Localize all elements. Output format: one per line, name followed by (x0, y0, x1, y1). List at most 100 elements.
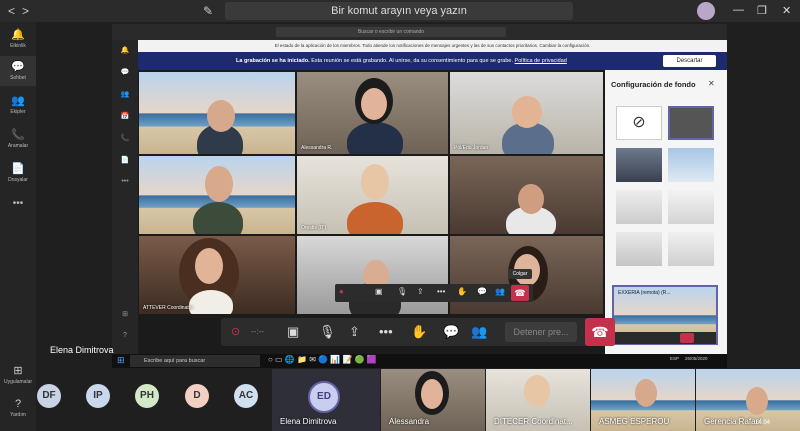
participant-video-tile[interactable]: Alessandra (381, 369, 485, 431)
rail-item-calls[interactable]: 📞 Aramalar (0, 128, 36, 152)
privacy-link[interactable]: Política de privacidad (515, 58, 567, 64)
participant-avatar[interactable]: IP (86, 384, 110, 408)
maximize-button[interactable]: ❐ (757, 4, 767, 17)
taskbar-clock: 14:04 (755, 420, 771, 426)
camera-off-icon[interactable]: ▣ (287, 324, 299, 340)
raise-hand-icon[interactable]: ✋ (457, 287, 467, 296)
self-avatar: ED (308, 381, 340, 413)
presenter-name: Elena Dimitrova (50, 345, 114, 355)
tile-name: Alessandra R. (301, 145, 333, 151)
preview-hangup-icon[interactable] (680, 333, 694, 343)
stop-presenting-button[interactable]: Detener pre... (505, 322, 577, 342)
taskview-icon[interactable]: ○ ▭ 🌐 📁 ✉ 🔵 📊 📝 🟢 🟪 (268, 355, 377, 364)
participant-avatar[interactable]: AC (234, 384, 258, 408)
hangup-icon: ☎ (514, 288, 526, 298)
video-tile[interactable]: ATTEVER Coordinator (138, 235, 296, 315)
recording-banner: La grabación se ha iniciado. Esta reunió… (138, 52, 727, 70)
participant-video-tile[interactable]: DITECER Coordinat... (486, 369, 590, 431)
participants-icon[interactable]: 👥 (495, 287, 505, 296)
camera-icon[interactable]: ▣ (375, 287, 383, 296)
share-screen-icon[interactable]: ⇪ (349, 324, 360, 340)
apps-icon: ⊞ (13, 365, 23, 377)
background-option[interactable] (616, 190, 662, 224)
rail-label: Dosyalar (8, 177, 28, 183)
remote-teams-icon[interactable]: 👥 (112, 90, 138, 98)
remote-chat-icon[interactable]: 💬 (112, 68, 138, 76)
remote-phone-icon[interactable]: 📞 (112, 134, 138, 142)
more-options-icon[interactable]: ••• (379, 324, 393, 339)
chat-icon[interactable]: 💬 (477, 287, 487, 296)
video-tile[interactable] (449, 155, 604, 235)
participant-video-tile[interactable]: Gerencia Rafael (696, 369, 800, 431)
self-video-tile[interactable]: ED Elena Dimitrova (272, 369, 380, 431)
chat-icon[interactable]: 💬 (443, 324, 459, 340)
rail-item-apps[interactable]: ⊞ Uygulamalar (0, 364, 36, 386)
recording-desc: Esta reunión se está grabando. Al unirse… (311, 58, 514, 64)
inner-hangup-button[interactable]: ☎ (511, 285, 529, 301)
remote-search-box[interactable]: Buscar o escribir un comando (276, 27, 506, 37)
participant-name: Gerencia Rafael (704, 417, 762, 426)
participant-name: ASMEG ESPEROU (599, 417, 670, 426)
command-search-box[interactable]: Bir komut arayın veya yazın (225, 2, 573, 20)
discard-button[interactable]: Descartar (663, 55, 716, 67)
remote-apps-icon[interactable]: ⊞ (112, 310, 138, 318)
participants-icon[interactable]: 👥 (471, 324, 487, 340)
rail-label: Sohbet (10, 75, 26, 81)
taskbar-search[interactable]: Escribe aquí para buscar (130, 355, 260, 367)
participant-avatar[interactable]: DF (37, 384, 61, 408)
more-icon[interactable]: ••• (437, 287, 445, 296)
remote-file-icon[interactable]: 📄 (112, 156, 138, 164)
none-icon: ⊘ (632, 114, 646, 131)
participant-video-tile[interactable]: ASMEG ESPEROU (591, 369, 695, 431)
share-icon[interactable]: ⇪ (417, 287, 424, 296)
video-tile[interactable] (296, 235, 449, 315)
close-icon[interactable]: ✕ (708, 79, 715, 88)
remote-calendar-icon[interactable]: 📅 (112, 112, 138, 120)
video-tile[interactable]: Alessandra R. (296, 71, 449, 155)
rail-label: Ekipler (10, 109, 26, 115)
rail-item-activity[interactable]: 🔔 Etkinlik (0, 28, 36, 52)
tile-name: Pol/Edu Jordan (454, 145, 489, 151)
no-background-option[interactable]: ⊘ (616, 106, 662, 140)
mic-off-icon[interactable]: 🎙 (319, 324, 336, 340)
video-tile[interactable] (138, 155, 296, 235)
profile-avatar[interactable] (697, 2, 715, 20)
participant-avatar[interactable]: D (185, 384, 209, 408)
raise-hand-icon[interactable]: ✋ (411, 324, 427, 340)
rail-item-more[interactable]: ••• (0, 198, 36, 212)
remote-help-icon[interactable]: ? (112, 332, 138, 339)
background-option[interactable] (616, 148, 662, 182)
video-tile[interactable]: Orestis (IT) (296, 155, 449, 235)
hangup-button[interactable]: ☎ (585, 318, 615, 346)
inner-call-toolbar: ● ▣ 🎙 ⇪ ••• ✋ 💬 👥 (335, 284, 533, 302)
background-option[interactable] (668, 190, 714, 224)
minimize-button[interactable]: — (733, 4, 744, 16)
rail-item-chat[interactable]: 💬 Sohbet (0, 56, 36, 86)
call-timer: --:-- (251, 327, 264, 336)
background-option[interactable] (616, 232, 662, 266)
windows-start-icon[interactable]: ⊞ (117, 355, 125, 366)
participant-avatar[interactable]: PH (135, 384, 159, 408)
hangup-icon: ☎ (591, 324, 609, 340)
teams-icon: 👥 (11, 95, 25, 107)
compose-icon[interactable]: ✎ (203, 4, 213, 18)
background-option[interactable] (668, 232, 714, 266)
close-button[interactable]: ✕ (782, 4, 791, 17)
forward-button[interactable]: > (22, 4, 29, 18)
remote-bell-icon[interactable]: 🔔 (112, 46, 138, 54)
video-tile[interactable]: Pol/Edu Jordan (449, 71, 604, 155)
tray-date: 26/05/2020 (685, 356, 708, 361)
remote-more-icon[interactable]: ••• (112, 178, 138, 185)
rail-item-teams[interactable]: 👥 Ekipler (0, 94, 36, 118)
blur-background-option[interactable] (668, 106, 714, 140)
video-tile[interactable] (138, 71, 296, 155)
background-option[interactable] (668, 148, 714, 182)
panel-title: Configuración de fondo (611, 80, 696, 89)
mic-icon[interactable]: 🎙 (397, 287, 407, 296)
back-button[interactable]: < (8, 4, 15, 18)
rail-item-help[interactable]: ? Yardım (0, 398, 36, 420)
self-name: Elena Dimitrova (280, 417, 337, 426)
tray-language: ESP (670, 356, 680, 361)
remote-app-rail: 🔔 💬 👥 📅 📞 📄 ••• ⊞ ? (112, 40, 138, 354)
rail-item-files[interactable]: 📄 Dosyalar (0, 162, 36, 186)
